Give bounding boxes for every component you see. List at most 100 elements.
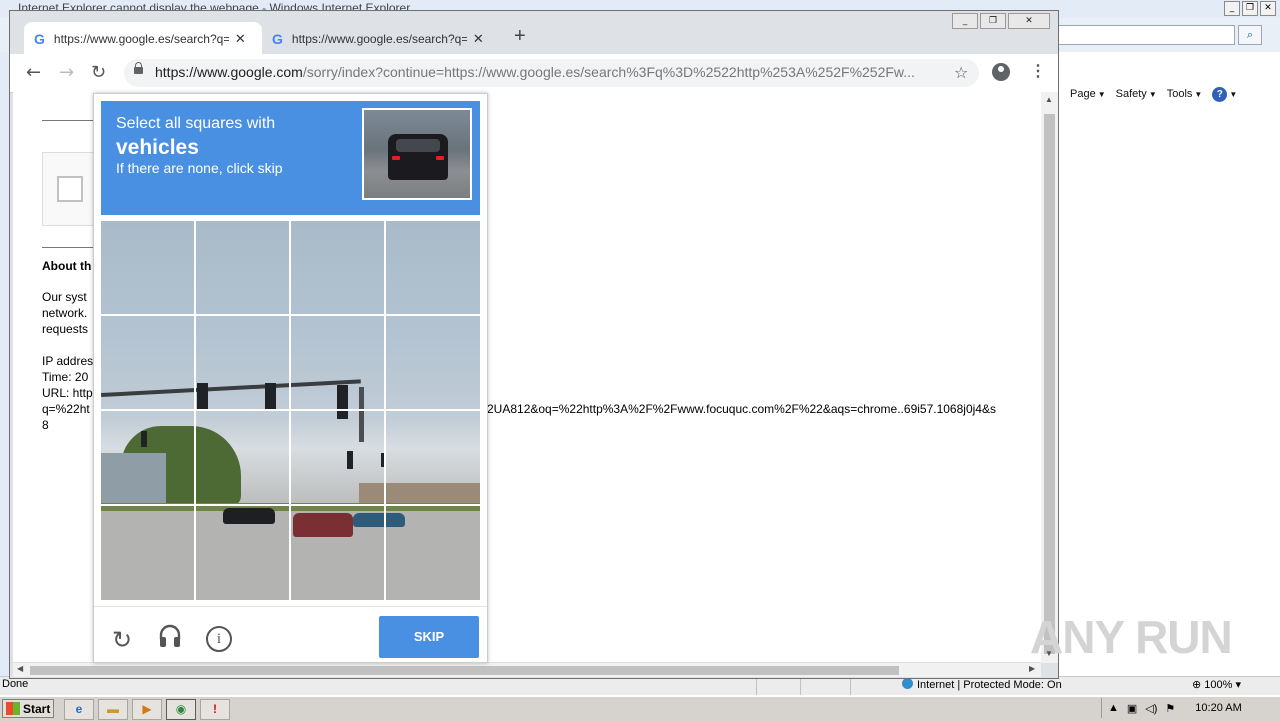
scroll-up-icon[interactable]: ▲ xyxy=(1045,95,1053,104)
start-button[interactable]: Start xyxy=(2,699,54,718)
ie-search-input[interactable] xyxy=(1058,25,1235,45)
flag-icon[interactable]: ⚑ xyxy=(1165,702,1175,715)
ie-window-controls: _ ❐ ✕ xyxy=(1224,1,1276,16)
new-tab-icon[interactable]: + xyxy=(514,25,526,48)
help-icon: ? xyxy=(1212,86,1228,102)
ie-close-icon[interactable]: ✕ xyxy=(1260,1,1276,16)
ie-zoom-control[interactable]: ⊕ 100% ▾ xyxy=(1192,678,1241,691)
ie-status-text: Done xyxy=(2,678,29,690)
grid-tile[interactable] xyxy=(196,411,291,506)
bookmark-star-icon[interactable]: ☆ xyxy=(954,63,968,82)
grid-tile[interactable] xyxy=(101,411,196,506)
grid-tile[interactable] xyxy=(196,505,291,600)
recaptcha-checkbox[interactable] xyxy=(57,176,83,202)
close-icon[interactable]: ✕ xyxy=(1008,13,1050,29)
restore-icon[interactable]: ❐ xyxy=(980,13,1006,29)
lock-icon xyxy=(134,62,143,74)
ie-help-menu[interactable]: ? ▼ xyxy=(1212,86,1237,102)
scroll-thumb[interactable] xyxy=(1044,114,1055,654)
address-bar[interactable]: https://www.google.com/sorry/index?conti… xyxy=(124,59,979,87)
divider xyxy=(42,120,97,121)
scroll-left-icon[interactable]: ◀ xyxy=(17,664,23,673)
scroll-thumb[interactable] xyxy=(30,666,899,675)
info-icon[interactable]: i xyxy=(206,626,232,652)
google-favicon-icon: G xyxy=(272,30,283,47)
grid-tile[interactable] xyxy=(291,505,386,600)
url-line: q=%22ht xyxy=(42,402,90,416)
ie-minimize-icon[interactable]: _ xyxy=(1224,1,1240,16)
profile-avatar-icon[interactable] xyxy=(992,63,1010,81)
grid-tile[interactable] xyxy=(101,316,196,411)
challenge-header: Select all squares with vehicles If ther… xyxy=(101,101,480,215)
scroll-right-icon[interactable]: ▶ xyxy=(1029,664,1035,673)
tab-title: https://www.google.es/search?q=% xyxy=(291,31,467,46)
system-tray: ▲ ▣ ◁) ⚑ 10:20 AM xyxy=(1101,698,1278,718)
grid-tile[interactable] xyxy=(196,316,291,411)
google-favicon-icon: G xyxy=(34,30,45,47)
ie-tools-menu[interactable]: Tools ▼ xyxy=(1167,88,1203,100)
tray-expand-icon[interactable]: ▲ xyxy=(1108,702,1119,714)
url-text[interactable]: https://www.google.com/sorry/index?conti… xyxy=(155,64,945,80)
opera-taskbar-icon[interactable]: ! xyxy=(200,699,230,720)
recaptcha-challenge: Select all squares with vehicles If ther… xyxy=(93,93,488,663)
grid-tile[interactable] xyxy=(101,221,196,316)
divider xyxy=(42,247,97,248)
ie-page-menu[interactable]: Page ▼ xyxy=(1070,88,1106,100)
taillight xyxy=(392,156,400,160)
grid-tile[interactable] xyxy=(385,221,480,316)
divider xyxy=(94,606,487,607)
tab-google-search-2[interactable]: G https://www.google.es/search?q=% ✕ xyxy=(262,22,498,55)
kebab-menu-icon[interactable]: ⋮ xyxy=(1030,61,1046,81)
taillight xyxy=(436,156,444,160)
volume-icon[interactable]: ◁) xyxy=(1145,702,1157,715)
ie-search-icon[interactable]: ⌕ xyxy=(1238,25,1262,45)
back-icon[interactable]: ← xyxy=(26,62,41,83)
about-heading: About th xyxy=(42,259,92,273)
grid-tile[interactable] xyxy=(196,221,291,316)
reload-challenge-icon[interactable]: ↻ xyxy=(112,626,132,654)
tab-close-icon[interactable]: ✕ xyxy=(473,31,484,47)
url-line: 8 xyxy=(42,418,49,432)
grid-tile[interactable] xyxy=(291,411,386,506)
tab-title: https://www.google.es/search?q=% xyxy=(53,31,229,46)
image-grid xyxy=(101,221,480,600)
ie-restore-icon[interactable]: ❐ xyxy=(1242,1,1258,16)
windows-logo-icon xyxy=(6,702,20,715)
skip-button[interactable]: SKIP xyxy=(379,616,479,658)
grid-tile[interactable] xyxy=(291,316,386,411)
grid-tile[interactable] xyxy=(385,505,480,600)
ie-taskbar-icon[interactable]: e xyxy=(64,699,94,720)
time-line: Time: 20 xyxy=(42,370,89,384)
sample-image xyxy=(362,108,472,200)
body-text-line: Our syst xyxy=(42,290,87,304)
clock[interactable]: 10:20 AM xyxy=(1195,702,1241,714)
grid-tile[interactable] xyxy=(291,221,386,316)
chrome-toolbar: ← → ↻ https://www.google.com/sorry/index… xyxy=(10,54,1058,93)
ie-safety-menu[interactable]: Safety ▼ xyxy=(1116,88,1157,100)
tab-google-search-1[interactable]: G https://www.google.es/search?q=% ✕ xyxy=(24,22,262,55)
chrome-window-controls: _ ❐ ✕ xyxy=(952,13,1050,29)
minimize-icon[interactable]: _ xyxy=(952,13,978,29)
grid-tile[interactable] xyxy=(101,505,196,600)
vertical-scrollbar[interactable]: ▲ ▼ xyxy=(1041,92,1058,663)
recaptcha-anchor-card xyxy=(42,152,97,226)
folder-taskbar-icon[interactable]: ▬ xyxy=(98,699,128,720)
challenge-target: vehicles xyxy=(116,136,199,159)
network-icon[interactable]: ▣ xyxy=(1127,702,1137,715)
chrome-taskbar-icon[interactable]: ◉ xyxy=(166,699,196,720)
forward-icon[interactable]: → xyxy=(59,62,74,83)
media-player-taskbar-icon[interactable]: ▶ xyxy=(132,699,162,720)
body-text-line: requests xyxy=(42,322,89,336)
challenge-instruction: Select all squares with xyxy=(116,115,276,132)
tab-close-icon[interactable]: ✕ xyxy=(235,31,246,47)
ie-security-zone: Internet | Protected Mode: On xyxy=(902,678,1062,691)
audio-challenge-icon[interactable] xyxy=(158,623,182,649)
status-divider xyxy=(756,677,757,695)
grid-tile[interactable] xyxy=(385,411,480,506)
anyrun-watermark: ANY RUN xyxy=(1030,611,1233,663)
horizontal-scrollbar[interactable]: ◀ ▶ xyxy=(13,663,1041,677)
zoom-icon: ⊕ xyxy=(1192,679,1205,691)
reload-icon[interactable]: ↻ xyxy=(91,62,106,83)
grid-tile[interactable] xyxy=(385,316,480,411)
url-tail-text: 2UA812&oq=%22http%3A%2F%2Fwww.focuquc.co… xyxy=(487,402,996,416)
